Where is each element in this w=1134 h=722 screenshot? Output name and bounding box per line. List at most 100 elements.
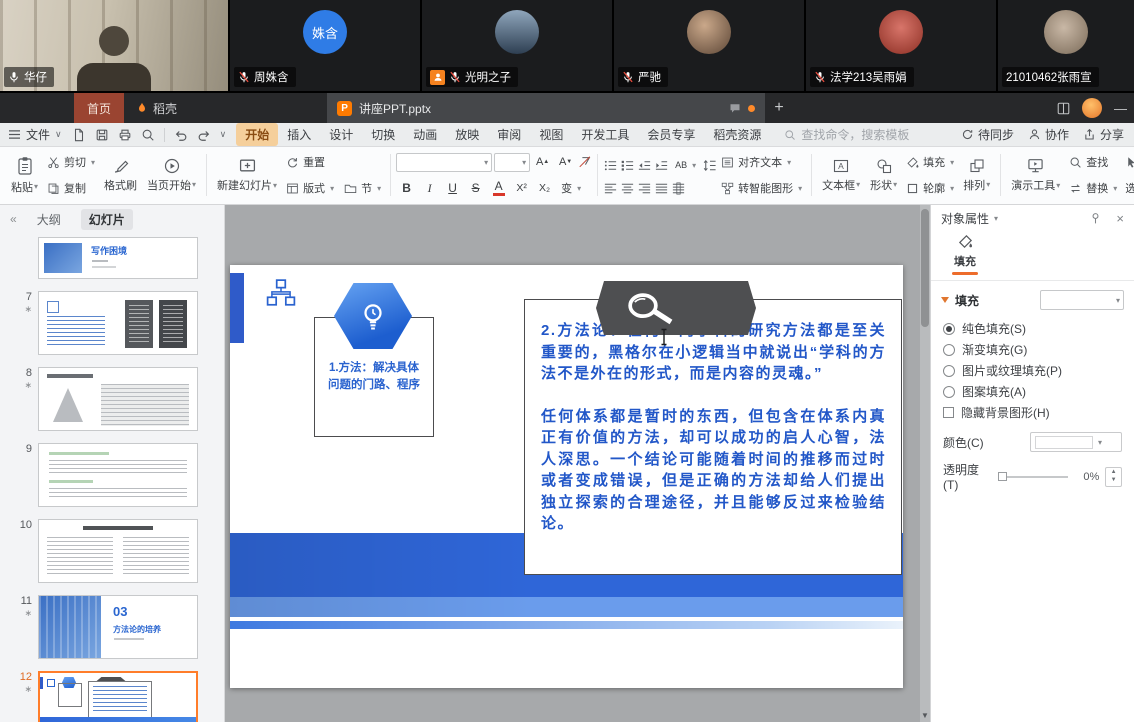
ribbon-tab-review[interactable]: 审阅 <box>488 123 530 146</box>
superscript-button[interactable]: X² <box>511 178 532 199</box>
copy-button[interactable]: 复制 <box>43 178 99 199</box>
play-from-current-button[interactable]: 当页开始▾ <box>142 149 201 201</box>
command-search[interactable]: 查找命令，搜索模板 <box>784 126 909 143</box>
font-size-combo[interactable]: ▾ <box>494 153 530 172</box>
font-color-button[interactable]: A <box>488 178 509 199</box>
scrollbar-thumb[interactable] <box>921 209 929 327</box>
tab-docer[interactable]: 稻壳 <box>124 93 189 123</box>
participant-tile[interactable]: 法学213吴雨娟 <box>806 0 996 91</box>
scrollbar-down-arrow[interactable]: ▼ <box>920 711 930 720</box>
canvas-scrollbar[interactable]: ▼ <box>920 205 930 722</box>
format-painter-button[interactable]: 格式刷 <box>99 149 142 201</box>
share-button[interactable]: 分享 <box>1083 126 1124 143</box>
line-spacing-icon[interactable] <box>702 158 717 173</box>
tab-document[interactable]: P 讲座PPT.pptx <box>327 93 765 123</box>
ribbon-tab-animation[interactable]: 动画 <box>404 123 446 146</box>
panel-title-caret[interactable]: ▾ <box>994 214 998 223</box>
to-smart-graphic-button[interactable]: 转智能图形▾ <box>717 178 806 199</box>
tab-outline[interactable]: 大纲 <box>29 209 69 230</box>
transparency-stepper[interactable]: ▲▼ <box>1105 467 1122 487</box>
new-slide-button[interactable]: 新建幻灯片▾ <box>212 149 282 201</box>
color-dropdown[interactable]: ▾ <box>1030 432 1122 452</box>
slide-thumb-7[interactable] <box>38 291 198 355</box>
slide-thumb-10[interactable] <box>38 519 198 583</box>
section-button[interactable]: 节▾ <box>340 178 385 199</box>
bullet-list-icon[interactable] <box>603 158 618 173</box>
bold-button[interactable]: B <box>396 178 417 199</box>
pin-icon[interactable] <box>1089 212 1102 225</box>
comment-bubble-icon[interactable] <box>729 102 741 114</box>
ribbon-tab-transition[interactable]: 切换 <box>362 123 404 146</box>
new-doc-icon[interactable] <box>72 128 86 142</box>
thumbnail-list[interactable]: 写作困境 7∗ 8∗ <box>0 233 224 722</box>
participant-tile[interactable]: 21010462张雨宣 <box>998 0 1134 91</box>
close-panel-icon[interactable]: × <box>1116 211 1124 226</box>
participant-tile[interactable]: 华仔 <box>0 0 228 91</box>
slide-thumb-9[interactable] <box>38 443 198 507</box>
collaborate-button[interactable]: 协作 <box>1028 126 1069 143</box>
increase-font-button[interactable]: A▲ <box>532 152 553 173</box>
participant-tile[interactable]: 姝含 周姝含 <box>230 0 420 91</box>
collapse-panel-button[interactable]: « <box>10 212 17 226</box>
option-gradient-fill[interactable]: 渐变填充(G) <box>943 339 1122 360</box>
reset-slide-button[interactable]: 重置 <box>282 152 385 173</box>
outdent-icon[interactable] <box>637 158 652 173</box>
new-tab-button[interactable]: + <box>765 93 793 123</box>
ribbon-tab-docer-res[interactable]: 稻壳资源 <box>704 123 770 146</box>
option-hide-background[interactable]: 隐藏背景图形(H) <box>943 402 1122 423</box>
current-slide[interactable]: 1.方法：解决具体问题的门路、程序 2.方法论：任何一门学科的研究方法都是至关重… <box>230 265 903 688</box>
sync-status[interactable]: 待同步 <box>961 126 1014 143</box>
radio[interactable] <box>943 344 955 356</box>
quick-access-caret[interactable]: ∨ <box>220 129 227 140</box>
align-justify-icon[interactable] <box>654 181 669 196</box>
ribbon-tab-slideshow[interactable]: 放映 <box>446 123 488 146</box>
radio[interactable] <box>943 365 955 377</box>
ribbon-tab-devtools[interactable]: 开发工具 <box>572 123 638 146</box>
slide-thin-band[interactable] <box>230 621 903 629</box>
text-tool-button[interactable]: 变▾ <box>557 178 585 199</box>
align-left-icon[interactable] <box>603 181 618 196</box>
slide-canvas[interactable]: 1.方法：解决具体问题的门路、程序 2.方法论：任何一门学科的研究方法都是至关重… <box>225 205 930 722</box>
font-name-combo[interactable]: ▾ <box>396 153 492 172</box>
preview-icon[interactable] <box>141 128 155 142</box>
underline-button[interactable]: U <box>442 178 463 199</box>
shape-outline-button[interactable]: 轮廓▾ <box>902 178 958 199</box>
participant-tile[interactable]: 光明之子 <box>422 0 612 91</box>
shapes-button[interactable]: 形状▾ <box>865 149 902 201</box>
minimize-button[interactable]: — <box>1114 101 1130 116</box>
ribbon-tab-member[interactable]: 会员专享 <box>638 123 704 146</box>
magnifier-hexagon[interactable] <box>596 281 756 335</box>
clear-format-icon[interactable] <box>578 155 592 169</box>
ribbon-tab-design[interactable]: 设计 <box>320 123 362 146</box>
fill-preset-combo[interactable]: ▾ <box>1040 290 1124 310</box>
align-right-icon[interactable] <box>637 181 652 196</box>
cut-button[interactable]: 剪切▾ <box>43 152 99 173</box>
file-menu[interactable]: 文件∨ <box>8 126 62 143</box>
tab-home[interactable]: 首页 <box>74 93 124 123</box>
textbox-button[interactable]: A 文本框▾ <box>817 149 865 201</box>
paste-button[interactable]: 粘贴▾ <box>6 149 43 201</box>
radio-selected[interactable] <box>943 323 955 335</box>
ribbon-tab-insert[interactable]: 插入 <box>278 123 320 146</box>
numbered-list-icon[interactable] <box>620 158 635 173</box>
indent-icon[interactable] <box>654 158 669 173</box>
tab-slides[interactable]: 幻灯片 <box>81 209 133 230</box>
slide-thumb-11[interactable]: 03 方法论的培养 <box>38 595 198 659</box>
save-icon[interactable] <box>95 128 109 142</box>
user-avatar[interactable] <box>1082 98 1102 118</box>
align-center-icon[interactable] <box>620 181 635 196</box>
replace-button[interactable]: 替换▾ <box>1065 178 1121 199</box>
participant-tile[interactable]: 严驰 <box>614 0 804 91</box>
select-button[interactable]: 选择▾ <box>1121 178 1134 199</box>
ribbon-tab-home[interactable]: 开始 <box>236 123 278 146</box>
shape-fill-button[interactable]: 填充▾ <box>902 152 958 173</box>
slider-handle[interactable] <box>998 472 1007 481</box>
strikethrough-button[interactable]: S <box>465 178 486 199</box>
subscript-button[interactable]: X₂ <box>534 178 555 199</box>
italic-button[interactable]: I <box>419 178 440 199</box>
slide-thumb-6-partial[interactable]: 写作困境 <box>38 237 198 279</box>
undo-icon[interactable] <box>174 128 188 142</box>
transparency-slider[interactable] <box>999 476 1068 478</box>
align-text-button[interactable]: 对齐文本▾ <box>717 152 806 173</box>
option-pattern-fill[interactable]: 图案填充(A) <box>943 381 1122 402</box>
